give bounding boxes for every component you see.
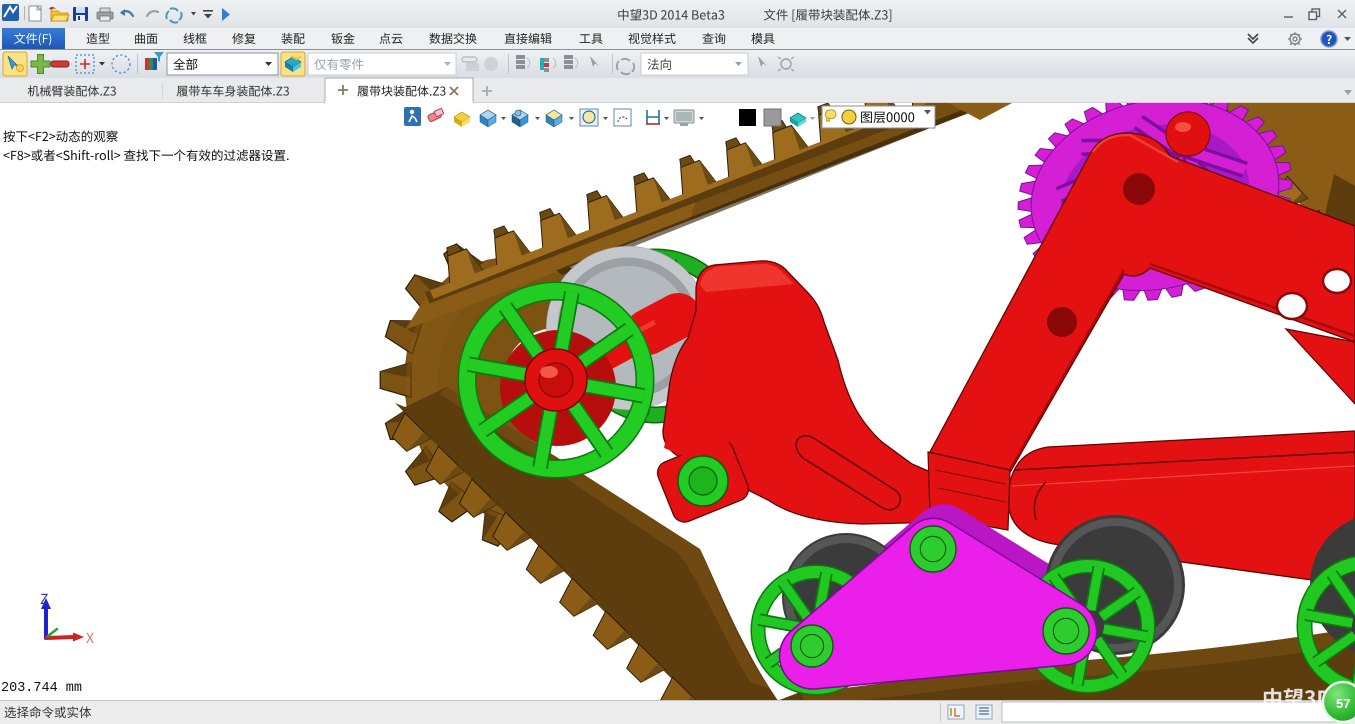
svg-text:203.744 mm: 203.744 mm xyxy=(1,681,82,696)
svg-text:57: 57 xyxy=(1336,696,1350,711)
